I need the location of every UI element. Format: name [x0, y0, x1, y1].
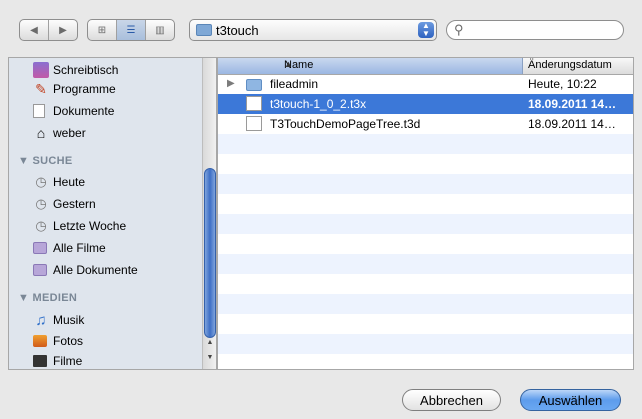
sidebar-item-all-movies[interactable]: Alle Filme	[33, 239, 106, 257]
location-popup[interactable]: t3touch ▲ ▼	[189, 19, 437, 41]
list-view-icon: ☰	[126, 24, 136, 36]
sidebar-item-label: Filme	[53, 354, 83, 368]
file-date: 18.09.2011 14…	[528, 97, 617, 111]
file-date: 18.09.2011 14…	[528, 117, 616, 131]
name-column-header[interactable]: Name ▲	[218, 58, 523, 74]
sidebar-item-label: Letzte Woche	[53, 219, 127, 233]
empty-row	[218, 214, 633, 234]
disclosure-triangle-icon[interactable]: ▶	[227, 78, 235, 89]
empty-row	[218, 354, 633, 369]
popup-arrows-icon: ▲ ▼	[418, 22, 434, 38]
document-icon	[246, 96, 262, 111]
clock-icon: ◷	[35, 218, 47, 233]
sidebar-item-label: Heute	[53, 175, 86, 189]
sidebar-scrollbar[interactable]: ▲ ▼	[202, 58, 216, 369]
navigation-segment: ◀ ▶	[19, 19, 78, 41]
sidebar-item-label: Schreibtisch	[53, 63, 119, 77]
footer: Abbrechen Auswählen	[0, 370, 642, 419]
empty-row	[218, 134, 633, 154]
sidebar-item-label: weber	[53, 126, 86, 140]
column-header: Name ▲ Änderungsdatum	[218, 58, 633, 75]
document-icon	[246, 116, 262, 131]
scroll-up-icon[interactable]: ▲	[203, 339, 216, 346]
choose-button[interactable]: Auswählen	[520, 389, 621, 411]
clock-icon: ◷	[35, 196, 47, 211]
sidebar-item-applications[interactable]: ✎ Programme	[33, 80, 116, 98]
home-icon: ⌂	[36, 125, 46, 141]
empty-row	[218, 254, 633, 274]
folder-icon	[246, 79, 262, 91]
empty-row	[218, 234, 633, 254]
folder-icon	[196, 24, 212, 36]
sidebar-item-desktop[interactable]: Schreibtisch	[33, 61, 118, 79]
back-button[interactable]: ◀	[20, 20, 48, 40]
file-date: Heute, 10:22	[528, 77, 597, 91]
search-section-header[interactable]: ▼ SUCHE	[18, 155, 73, 167]
location-label: t3touch	[216, 23, 259, 38]
toolbar: ◀ ▶ ⊞ ☰ ▥ t3touch ▲ ▼ ⚲	[0, 0, 642, 56]
open-dialog: ◀ ▶ ⊞ ☰ ▥ t3touch ▲ ▼ ⚲ Schreibtisch ✎ Pr…	[0, 0, 642, 419]
file-name: T3TouchDemoPageTree.t3d	[270, 117, 421, 131]
empty-row	[218, 314, 633, 334]
empty-row	[218, 174, 633, 194]
sidebar-item-label: Dokumente	[53, 104, 115, 118]
sort-ascending-icon: ▲	[284, 59, 293, 69]
date-column-label: Änderungsdatum	[528, 59, 612, 71]
photos-icon	[33, 335, 47, 347]
column-view-icon: ▥	[155, 24, 165, 36]
forward-icon: ▶	[59, 24, 67, 36]
smart-folder-icon	[33, 264, 47, 276]
table-row[interactable]: t3touch-1_0_2.t3x 18.09.2011 14…	[218, 94, 633, 114]
file-name: fileadmin	[270, 77, 319, 91]
sidebar-item-all-documents[interactable]: Alle Dokumente	[33, 261, 138, 279]
list-view-button[interactable]: ☰	[116, 20, 145, 40]
desktop-icon	[33, 62, 49, 78]
sidebar-item-music[interactable]: ♫ Musik	[33, 311, 84, 329]
sidebar-scroll-thumb[interactable]	[204, 168, 216, 338]
table-row[interactable]: T3TouchDemoPageTree.t3d 18.09.2011 14…	[218, 114, 633, 134]
search-field[interactable]: ⚲	[446, 20, 624, 40]
file-name: t3touch-1_0_2.t3x	[270, 97, 367, 111]
cancel-button[interactable]: Abbrechen	[402, 389, 501, 411]
empty-row	[218, 154, 633, 174]
sidebar-item-label: Programme	[53, 82, 116, 96]
date-column-header[interactable]: Änderungsdatum	[528, 59, 612, 71]
sidebar-item-photos[interactable]: Fotos	[33, 332, 83, 350]
sidebar-item-label: Alle Filme	[53, 241, 106, 255]
sidebar-item-today[interactable]: ◷ Heute	[33, 173, 85, 191]
sidebar: Schreibtisch ✎ Programme Dokumente ⌂ web…	[8, 57, 217, 370]
column-view-button[interactable]: ▥	[145, 20, 174, 40]
smart-folder-icon	[33, 242, 47, 254]
back-icon: ◀	[30, 24, 38, 36]
table-row[interactable]: ▶ fileadmin Heute, 10:22	[218, 74, 633, 94]
applications-icon: ✎	[35, 80, 47, 97]
sidebar-item-documents[interactable]: Dokumente	[33, 102, 114, 120]
sidebar-item-label: Fotos	[53, 334, 84, 348]
forward-button[interactable]: ▶	[48, 20, 77, 40]
music-icon: ♫	[35, 311, 47, 329]
sidebar-item-last-week[interactable]: ◷ Letzte Woche	[33, 217, 126, 235]
sidebar-item-yesterday[interactable]: ◷ Gestern	[33, 195, 96, 213]
sidebar-item-label: Gestern	[53, 197, 96, 211]
sidebar-item-label: Musik	[53, 313, 85, 327]
movies-icon	[33, 355, 47, 367]
empty-row	[218, 194, 633, 214]
empty-row	[218, 294, 633, 314]
icon-view-button[interactable]: ⊞	[88, 20, 116, 40]
file-list: Name ▲ Änderungsdatum ▶ fileadmin Heute,…	[217, 57, 634, 370]
view-mode-segment: ⊞ ☰ ▥	[87, 19, 175, 41]
scroll-down-icon[interactable]: ▼	[203, 354, 216, 361]
sidebar-item-movies[interactable]: Filme	[33, 352, 83, 369]
media-section-header[interactable]: ▼ MEDIEN	[18, 292, 77, 304]
icon-view-icon: ⊞	[97, 24, 107, 36]
clock-icon: ◷	[35, 174, 47, 189]
empty-row	[218, 334, 633, 354]
empty-row	[218, 274, 633, 294]
sidebar-item-label: Alle Dokumente	[53, 263, 138, 277]
sidebar-item-home[interactable]: ⌂ weber	[33, 124, 86, 142]
documents-icon	[33, 104, 45, 118]
search-icon: ⚲	[454, 22, 464, 37]
